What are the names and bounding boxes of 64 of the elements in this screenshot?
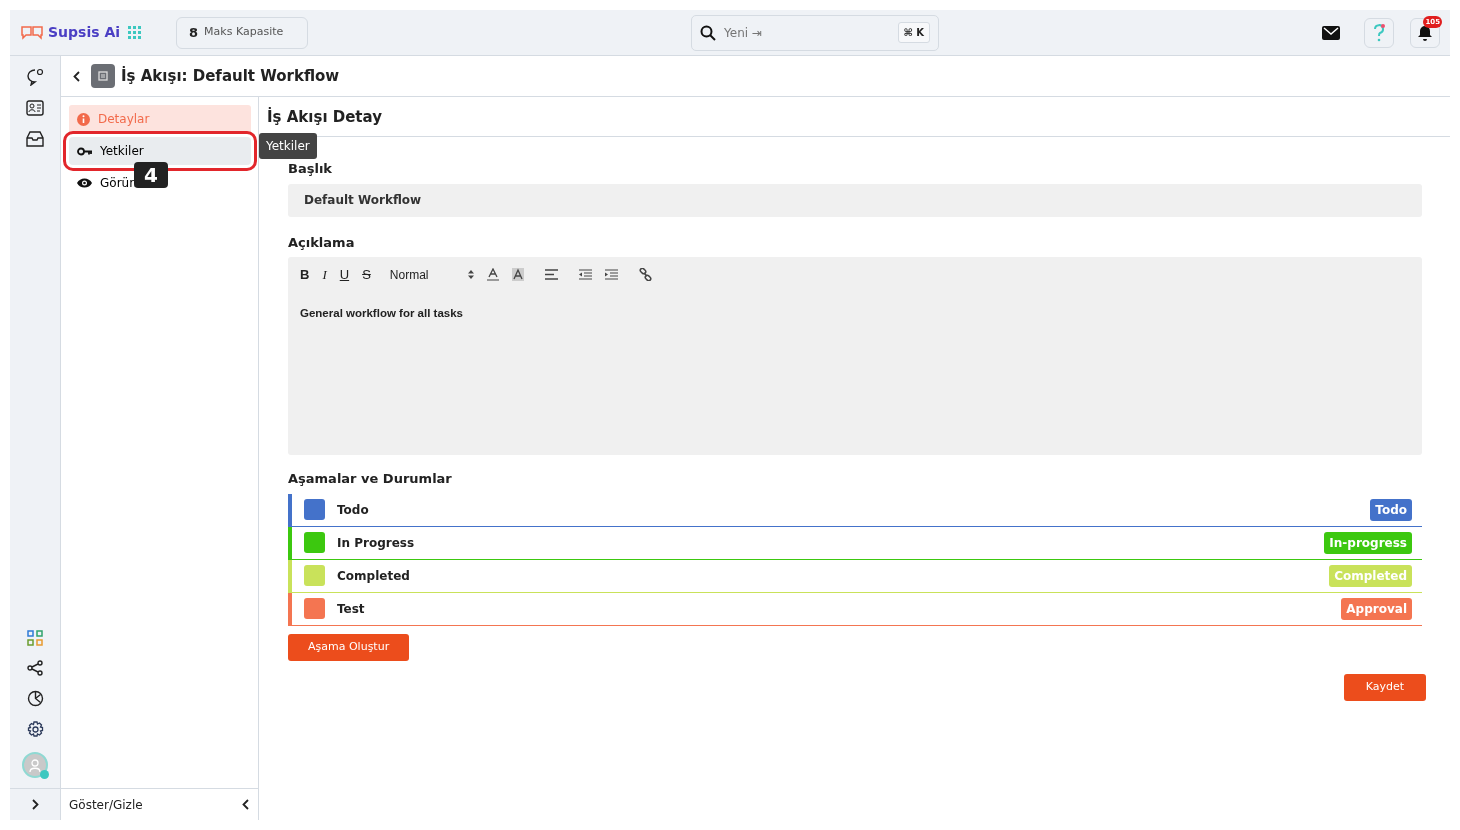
- share-icon[interactable]: [27, 660, 43, 676]
- strikethrough-button[interactable]: S: [362, 265, 371, 285]
- toggle-label[interactable]: Göster/Gizle: [69, 795, 143, 814]
- updown-icon: [467, 270, 474, 280]
- page-title: İş Akışı: Default Workflow: [121, 67, 340, 85]
- underline-button[interactable]: U: [339, 265, 350, 285]
- tooltip: Yetkiler: [259, 133, 317, 159]
- format-select[interactable]: Normal: [389, 265, 474, 284]
- info-icon: [77, 112, 90, 126]
- align-icon[interactable]: [544, 269, 558, 281]
- stage-name: In Progress: [337, 534, 415, 552]
- stage-row[interactable]: In Progress In-progress: [288, 526, 1422, 560]
- field-label: Başlık: [288, 160, 333, 178]
- question-icon: [1373, 23, 1385, 42]
- inbox-icon[interactable]: [26, 130, 44, 147]
- eye-icon: [77, 178, 92, 188]
- settings-icon[interactable]: [26, 721, 44, 738]
- person-icon: [29, 758, 41, 772]
- chevron-left-icon[interactable]: [242, 799, 250, 810]
- bold-button[interactable]: B: [300, 265, 310, 285]
- stage-name: Test: [337, 600, 365, 618]
- stage-row[interactable]: Completed Completed: [288, 559, 1422, 593]
- description-text: General workflow for all tasks: [300, 305, 464, 321]
- search-field[interactable]: Yeni ⇥: [722, 22, 892, 43]
- status-badge: In-progress: [1324, 531, 1412, 554]
- bell-icon: [1418, 24, 1432, 41]
- step-marker: 4: [134, 162, 168, 188]
- stage-name: Completed: [337, 567, 410, 585]
- mail-icon[interactable]: [1322, 25, 1340, 40]
- rich-text-editor[interactable]: B I U S Normal General workflow for all tasks: [288, 257, 1422, 455]
- create-stage-button[interactable]: Aşama Oluştur: [288, 633, 410, 661]
- title-field[interactable]: Default Workflow: [288, 183, 1422, 217]
- workflow-icon: [91, 64, 115, 88]
- section-title: İş Akışı Detay: [259, 97, 1450, 137]
- search-icon: [700, 24, 717, 41]
- italic-button[interactable]: I: [322, 265, 327, 285]
- field-label: Açıklama: [288, 233, 356, 252]
- search-box[interactable]: Yeni ⇥ ⌘ K: [691, 14, 940, 51]
- stage-name: Todo: [337, 501, 369, 519]
- indent-icon[interactable]: [604, 269, 618, 281]
- pie-chart-icon[interactable]: [26, 690, 44, 707]
- capacity-count: 8: [189, 23, 199, 42]
- status-badge: Todo: [1370, 498, 1412, 521]
- stage-row[interactable]: Todo Todo: [288, 493, 1422, 527]
- status-badge: Completed: [1329, 564, 1412, 587]
- contact-card-icon[interactable]: [26, 100, 44, 116]
- stage-row[interactable]: Test Approval: [288, 592, 1422, 626]
- logo-icon: [20, 24, 44, 41]
- shortcut-key: ⌘ K: [897, 22, 931, 43]
- chat-icon[interactable]: [26, 68, 44, 86]
- link-icon[interactable]: [638, 268, 652, 282]
- stages-heading: Aşamalar ve Durumlar: [288, 470, 453, 488]
- dashboard-icon[interactable]: [27, 630, 43, 646]
- brand-name: Supsis Ai: [48, 23, 121, 42]
- outdent-icon[interactable]: [578, 269, 592, 281]
- status-badge: Approval: [1341, 597, 1412, 620]
- key-icon: [77, 146, 92, 156]
- online-indicator: [40, 770, 49, 779]
- back-icon[interactable]: [73, 70, 81, 82]
- chevron-right-icon[interactable]: [31, 799, 39, 810]
- highlight-icon[interactable]: [511, 268, 524, 282]
- text-color-icon[interactable]: [486, 268, 499, 282]
- capacity-label: Maks Kapasite: [204, 24, 284, 41]
- save-button[interactable]: Kaydet: [1343, 673, 1426, 701]
